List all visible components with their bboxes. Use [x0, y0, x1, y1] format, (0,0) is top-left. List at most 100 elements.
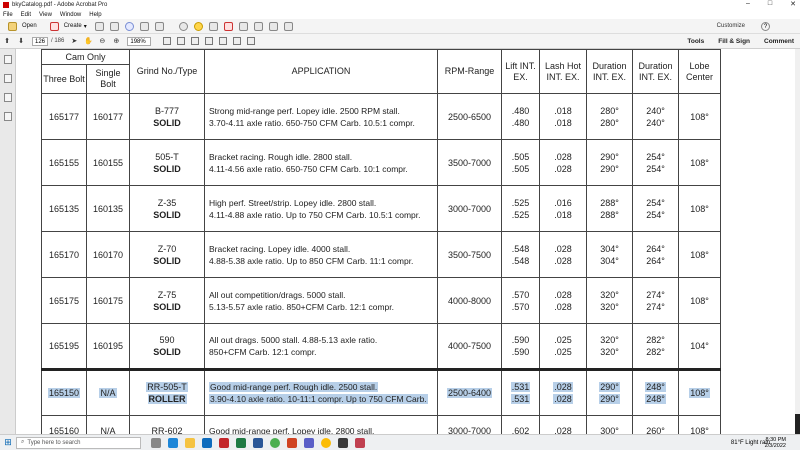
tab-fill-sign[interactable]: Fill & Sign — [718, 38, 750, 45]
outlook-icon[interactable] — [202, 437, 212, 448]
single-bolt-part: 160170 — [92, 249, 124, 260]
attachments-icon[interactable] — [3, 93, 12, 102]
scroll-mode-icon[interactable] — [177, 37, 186, 45]
lobe-center: 108° — [690, 111, 709, 122]
single-bolt-part: N/A — [99, 388, 117, 398]
clock[interactable]: 8:30 PM 2/3/2022 — [765, 437, 786, 449]
header-lift: Lift INT. EX. — [501, 49, 540, 94]
duration-050-int: 282° — [646, 335, 665, 345]
duration-050-int: 240° — [646, 105, 665, 116]
excel-icon[interactable] — [236, 437, 246, 448]
draw-icon[interactable] — [233, 37, 242, 45]
duration-050-ex: 264° — [646, 255, 665, 266]
tab-comment[interactable]: Comment — [764, 38, 794, 45]
menu-help[interactable]: Help — [89, 12, 101, 18]
lobe-center: 104° — [690, 341, 709, 351]
scrollbar-thumb[interactable] — [795, 414, 800, 434]
duration-int: 320° — [600, 335, 619, 345]
comment-icon[interactable] — [193, 21, 203, 31]
print-icon[interactable] — [109, 21, 119, 31]
page-number-input[interactable]: 126 — [32, 36, 48, 46]
signatures-icon[interactable] — [3, 112, 12, 121]
duration-050-ex: 240° — [646, 117, 665, 128]
file-explorer-icon[interactable] — [185, 437, 195, 448]
chrome-2-icon[interactable] — [321, 437, 331, 448]
lash-int: .028 — [553, 382, 573, 392]
cloud-icon[interactable] — [124, 21, 134, 31]
sticky-note-icon[interactable] — [219, 37, 228, 45]
app-icon[interactable] — [338, 437, 348, 448]
menu-window[interactable]: Window — [60, 12, 81, 18]
chrome-icon[interactable] — [270, 437, 280, 448]
duration-050-ex: 254° — [646, 209, 665, 220]
vertical-scrollbar[interactable] — [795, 49, 800, 434]
zoom-in-icon[interactable]: ⊕ — [111, 37, 121, 45]
rpm-range: 3000-7000 — [447, 425, 492, 435]
teams-icon[interactable] — [304, 437, 314, 448]
hand-tool-icon[interactable]: ✋ — [83, 37, 93, 45]
duration-int: 288° — [600, 197, 619, 208]
maximize-button[interactable]: □ — [768, 0, 772, 8]
attach-icon[interactable] — [253, 21, 263, 31]
app-2-icon[interactable] — [355, 437, 365, 448]
windows-start-icon[interactable]: ⊞ — [0, 435, 16, 451]
fit-page-icon[interactable] — [163, 37, 172, 45]
lift-ex: .505 — [511, 163, 530, 174]
three-bolt-part: 165155 — [48, 157, 80, 168]
customize-dropdown[interactable]: Customize — [717, 23, 745, 29]
document-view[interactable]: Cam Only Grind No./Type APPLICATION RPM-… — [16, 49, 795, 434]
window-controls: – □ ✕ — [746, 0, 796, 8]
lash-int: .016 — [554, 197, 572, 208]
sign-icon[interactable] — [223, 21, 233, 31]
share-icon[interactable] — [154, 21, 164, 31]
close-button[interactable]: ✕ — [790, 0, 796, 8]
taskbar-search[interactable]: ⌕ Type here to search — [16, 436, 141, 449]
text-edit-icon[interactable] — [268, 21, 278, 31]
cam-spec-table: Cam Only Grind No./Type APPLICATION RPM-… — [41, 49, 721, 434]
powerpoint-icon[interactable] — [287, 437, 297, 448]
read-mode-icon[interactable] — [191, 37, 200, 45]
lash-ex: .028 — [554, 163, 572, 174]
more-tools-icon[interactable] — [247, 37, 256, 45]
tab-tools[interactable]: Tools — [687, 38, 704, 45]
header-grind: Grind No./Type — [129, 49, 205, 94]
bookmarks-icon[interactable] — [3, 74, 12, 83]
word-icon[interactable] — [253, 437, 263, 448]
email-icon[interactable] — [139, 21, 149, 31]
next-page-icon[interactable]: ⬇ — [16, 37, 26, 45]
single-bolt-part: N/A — [100, 425, 116, 435]
menu-edit[interactable]: Edit — [21, 12, 31, 18]
lift-ex: .570 — [511, 301, 530, 312]
lift-int: .548 — [511, 243, 530, 254]
settings-icon[interactable] — [178, 21, 188, 31]
lash-int: .025 — [554, 335, 572, 345]
edge-icon[interactable] — [168, 437, 178, 448]
highlight-icon[interactable] — [238, 21, 248, 31]
lift-int: .570 — [511, 289, 530, 300]
select-tool-icon[interactable]: ➤ — [69, 37, 79, 45]
page-thumbnails-icon[interactable] — [3, 55, 12, 64]
stamp-icon[interactable] — [208, 21, 218, 31]
previous-page-icon[interactable]: ⬆ — [2, 37, 12, 45]
duration-050-int: 254° — [646, 151, 665, 162]
help-icon[interactable]: ? — [761, 21, 770, 31]
zoom-out-icon[interactable]: ⊖ — [97, 37, 107, 45]
task-view-icon[interactable] — [151, 437, 161, 448]
menu-file[interactable]: File — [3, 12, 13, 18]
markup-icon[interactable] — [205, 37, 214, 45]
minimize-button[interactable]: – — [746, 0, 750, 8]
acrobat-taskbar-icon[interactable] — [219, 437, 229, 448]
create-button[interactable]: Create ▾ — [42, 20, 92, 32]
tools-icon[interactable] — [283, 21, 293, 31]
open-button[interactable]: Open — [0, 20, 42, 32]
table-row: 165135 160135 Z-35 SOLID High perf. Street/s… — [41, 185, 721, 232]
header-cam-only: Cam Only — [41, 49, 130, 65]
menu-view[interactable]: View — [39, 12, 52, 18]
application-line-1: All out competition/drags. 5000 stall. — [209, 289, 346, 300]
lash-int: .018 — [554, 105, 572, 116]
duration-int: 320° — [600, 289, 619, 300]
zoom-level-select[interactable]: 198% — [127, 36, 152, 46]
save-icon[interactable] — [94, 21, 104, 31]
lash-int: .028 — [554, 243, 572, 254]
duration-ex: 304° — [600, 255, 619, 266]
